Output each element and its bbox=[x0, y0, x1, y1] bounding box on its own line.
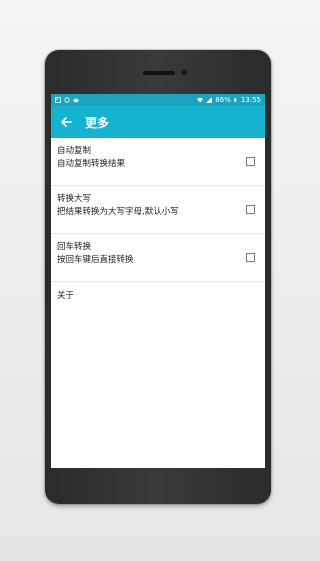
setting-title: 转换大写 bbox=[57, 194, 92, 204]
uppercase-checkbox[interactable] bbox=[246, 205, 255, 214]
signal-icon bbox=[206, 97, 213, 103]
about-item[interactable]: 关于 bbox=[51, 282, 265, 308]
status-notifications bbox=[55, 97, 79, 103]
battery-icon bbox=[234, 98, 237, 102]
setting-enter-convert[interactable]: 回车转换 按回车键后直接转换 bbox=[51, 234, 265, 282]
image-notification-icon bbox=[55, 97, 61, 103]
enter-convert-checkbox[interactable] bbox=[246, 253, 255, 262]
settings-list: 自动复制 自动复制转换结果 转换大写 把结果转换为大写字母,默认小写 回车转换 … bbox=[51, 138, 265, 308]
page-title: 更多 bbox=[85, 115, 110, 130]
setting-title: 自动复制 bbox=[57, 146, 92, 156]
back-arrow-icon[interactable] bbox=[59, 115, 73, 129]
clock: 13:55 bbox=[240, 96, 261, 104]
cloud-notification-icon bbox=[73, 98, 79, 103]
status-system: 86% 13:55 bbox=[197, 96, 261, 104]
setting-auto-copy[interactable]: 自动复制 自动复制转换结果 bbox=[51, 138, 265, 186]
sync-notification-icon bbox=[64, 97, 70, 103]
battery-percent: 86% bbox=[215, 96, 231, 104]
setting-title: 回车转换 bbox=[57, 242, 92, 252]
setting-uppercase[interactable]: 转换大写 把结果转换为大写字母,默认小写 bbox=[51, 186, 265, 234]
setting-subtitle: 自动复制转换结果 bbox=[57, 159, 126, 169]
setting-subtitle: 按回车键后直接转换 bbox=[57, 255, 134, 265]
earpiece-speaker bbox=[143, 71, 175, 75]
setting-subtitle: 把结果转换为大写字母,默认小写 bbox=[57, 207, 179, 217]
phone-body: 86% 13:55 更多 自动复制 自动复制转换结果 转换大写 把结果转换为大写… bbox=[45, 50, 271, 504]
wifi-icon bbox=[197, 97, 204, 103]
app-bar: 更多 bbox=[51, 106, 265, 138]
auto-copy-checkbox[interactable] bbox=[246, 157, 255, 166]
front-camera bbox=[181, 69, 188, 76]
status-bar: 86% 13:55 bbox=[51, 94, 265, 106]
phone-screen: 86% 13:55 更多 自动复制 自动复制转换结果 转换大写 把结果转换为大写… bbox=[51, 94, 265, 468]
